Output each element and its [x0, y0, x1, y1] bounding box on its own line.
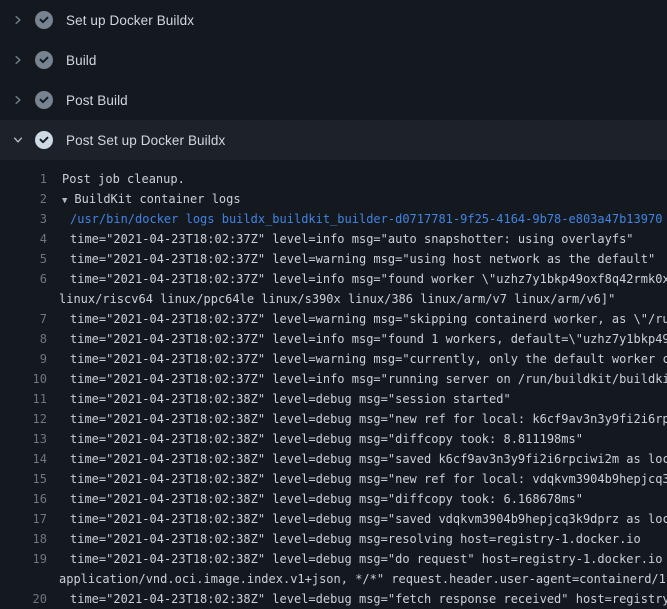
log-row: 10time="2021-04-23T18:02:37Z" level=info…	[0, 369, 667, 389]
log-row: 1Post job cleanup.	[0, 169, 667, 189]
log-line-text: time="2021-04-23T18:02:38Z" level=debug …	[47, 489, 583, 509]
check-circle-icon	[35, 91, 53, 109]
chevron-right-icon[interactable]	[10, 92, 26, 108]
log-line-number[interactable]: 10	[0, 369, 47, 389]
log-line-number[interactable]: 16	[0, 489, 47, 509]
log-row: 14time="2021-04-23T18:02:38Z" level=debu…	[0, 449, 667, 469]
step-row-set-up-docker-buildx[interactable]: Set up Docker Buildx	[0, 0, 667, 40]
log-line-number[interactable]: 6	[0, 269, 47, 289]
log-line-text: time="2021-04-23T18:02:37Z" level=info m…	[47, 369, 667, 389]
log-row: 3/usr/bin/docker logs buildx_buildkit_bu…	[0, 209, 667, 229]
chevron-right-icon[interactable]	[10, 52, 26, 68]
log-line-number[interactable]: 1	[0, 169, 47, 189]
log-line-text: time="2021-04-23T18:02:37Z" level=warnin…	[47, 349, 667, 369]
step-label: Set up Docker Buildx	[66, 13, 194, 28]
log-line-text: Post job cleanup.	[47, 169, 185, 189]
log-row: 5time="2021-04-23T18:02:37Z" level=warni…	[0, 249, 667, 269]
check-circle-icon	[35, 11, 53, 29]
log-row: 19time="2021-04-23T18:02:38Z" level=debu…	[0, 549, 667, 569]
log-group-title[interactable]: BuildKit container logs	[74, 192, 240, 206]
log-line-number[interactable]: 20	[0, 589, 47, 609]
step-label: Post Build	[66, 93, 128, 108]
log-line-number[interactable]: 7	[0, 309, 47, 329]
step-row-post-set-up-docker-buildx[interactable]: Post Set up Docker Buildx	[0, 120, 667, 160]
log-row: 2 ▼ BuildKit container logs	[0, 189, 667, 209]
steps-list: Set up Docker Buildx Build Post Build Post …	[0, 0, 667, 160]
log-line-number[interactable]: 15	[0, 469, 47, 489]
log-row: 18time="2021-04-23T18:02:38Z" level=debu…	[0, 529, 667, 549]
log-line-text: time="2021-04-23T18:02:37Z" level=info m…	[47, 269, 667, 289]
chevron-down-icon[interactable]	[10, 132, 26, 148]
log-line-number[interactable]: 18	[0, 529, 47, 549]
log-line-text: time="2021-04-23T18:02:38Z" level=debug …	[47, 529, 641, 549]
log-line-text: time="2021-04-23T18:02:38Z" level=debug …	[47, 549, 667, 569]
log-line-text: time="2021-04-23T18:02:38Z" level=debug …	[47, 389, 511, 409]
triangle-down-icon[interactable]: ▼	[62, 191, 67, 209]
log-row: 15time="2021-04-23T18:02:38Z" level=debu…	[0, 469, 667, 489]
check-circle-icon	[35, 51, 53, 69]
log-line-text: time="2021-04-23T18:02:38Z" level=debug …	[47, 589, 667, 609]
log-row: 16time="2021-04-23T18:02:38Z" level=debu…	[0, 489, 667, 509]
log-line-text: ▼ BuildKit container logs	[47, 189, 241, 209]
log-line-number[interactable]: 12	[0, 409, 47, 429]
log-row: 7time="2021-04-23T18:02:37Z" level=warni…	[0, 309, 667, 329]
step-row-build[interactable]: Build	[0, 40, 667, 80]
log-row: 9time="2021-04-23T18:02:37Z" level=warni…	[0, 349, 667, 369]
log-line-text: time="2021-04-23T18:02:38Z" level=debug …	[47, 449, 667, 469]
log-line-text: time="2021-04-23T18:02:38Z" level=debug …	[47, 429, 583, 449]
log-line-number[interactable]: 3	[0, 209, 47, 229]
log-row: 17time="2021-04-23T18:02:38Z" level=debu…	[0, 509, 667, 529]
check-circle-icon	[35, 131, 53, 149]
chevron-right-icon[interactable]	[10, 12, 26, 28]
log-line-number[interactable]: 8	[0, 329, 47, 349]
log-line-text: time="2021-04-23T18:02:37Z" level=info m…	[47, 329, 667, 349]
log-line-text: time="2021-04-23T18:02:38Z" level=debug …	[47, 409, 667, 429]
log-row: 11time="2021-04-23T18:02:38Z" level=debu…	[0, 389, 667, 409]
log-line-number[interactable]: 2	[0, 189, 47, 209]
log-row: 8time="2021-04-23T18:02:37Z" level=info …	[0, 329, 667, 349]
log-row: linux/riscv64 linux/ppc64le linux/s390x …	[0, 289, 667, 309]
log-line-text: linux/riscv64 linux/ppc64le linux/s390x …	[0, 289, 615, 309]
log-line-number[interactable]: 13	[0, 429, 47, 449]
log-command-text: /usr/bin/docker logs buildx_buildkit_bui…	[47, 209, 662, 229]
log-line-number[interactable]: 19	[0, 549, 47, 569]
log-line-number[interactable]: 5	[0, 249, 47, 269]
step-label: Post Set up Docker Buildx	[66, 133, 225, 148]
log-row: 12time="2021-04-23T18:02:38Z" level=debu…	[0, 409, 667, 429]
log-line-text: application/vnd.oci.image.index.v1+json,…	[0, 569, 667, 589]
log-line-text: time="2021-04-23T18:02:38Z" level=debug …	[47, 469, 667, 489]
step-row-post-build[interactable]: Post Build	[0, 80, 667, 120]
log-line-text: time="2021-04-23T18:02:37Z" level=info m…	[47, 229, 634, 249]
log-row: 4time="2021-04-23T18:02:37Z" level=info …	[0, 229, 667, 249]
step-label: Build	[66, 53, 97, 68]
log-line-number[interactable]: 4	[0, 229, 47, 249]
log-line-number[interactable]: 14	[0, 449, 47, 469]
log-row: application/vnd.oci.image.index.v1+json,…	[0, 569, 667, 589]
log-line-number[interactable]: 9	[0, 349, 47, 369]
log-line-number[interactable]: 11	[0, 389, 47, 409]
log-row: 13time="2021-04-23T18:02:38Z" level=debu…	[0, 429, 667, 449]
log-line-text: time="2021-04-23T18:02:38Z" level=debug …	[47, 509, 667, 529]
log-row: 6time="2021-04-23T18:02:37Z" level=info …	[0, 269, 667, 289]
log-row: 20time="2021-04-23T18:02:38Z" level=debu…	[0, 589, 667, 609]
log-line-text: time="2021-04-23T18:02:37Z" level=warnin…	[47, 249, 655, 269]
log-line-text: time="2021-04-23T18:02:37Z" level=warnin…	[47, 309, 667, 329]
log-line-number[interactable]: 17	[0, 509, 47, 529]
log-area: 1Post job cleanup.2 ▼ BuildKit container l…	[0, 160, 667, 609]
